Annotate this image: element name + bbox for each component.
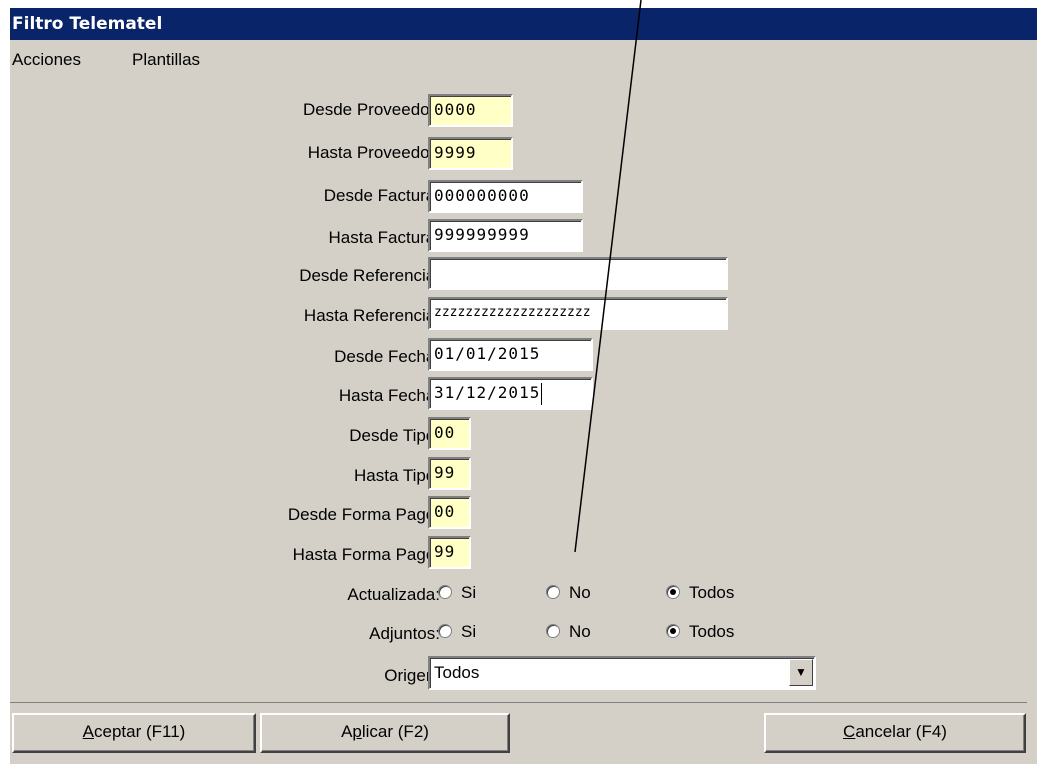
adjuntos-no-option[interactable]: No <box>546 620 591 644</box>
origen-select[interactable]: Todos ▼ <box>428 656 816 690</box>
hasta-tipo-input[interactable]: 99 <box>428 457 471 490</box>
desde-proveedor-input[interactable]: 0000 <box>428 94 513 127</box>
desde-fecha-input[interactable]: 01/01/2015 <box>428 338 593 371</box>
chevron-down-icon: ▼ <box>795 665 807 679</box>
hasta-forma-pago-input[interactable]: 99 <box>428 536 471 569</box>
radio-label: Todos <box>689 583 735 602</box>
hasta-tipo-label: Hasta Tipo: <box>354 466 440 485</box>
desde-factura-input[interactable]: 000000000 <box>428 180 583 213</box>
radio-unchecked-icon <box>546 585 560 599</box>
desde-forma-pago-input[interactable]: 00 <box>428 496 471 529</box>
filtro-telematel-window: Filtro Telematel Acciones Plantillas Des… <box>10 8 1037 764</box>
desde-factura-label: Desde Factura: <box>323 186 440 205</box>
origen-selected-value: Todos <box>434 663 480 682</box>
aceptar-label: ceptar (F11) <box>94 722 186 741</box>
hasta-referencia-label: Hasta Referencia: <box>303 306 440 325</box>
hasta-referencia-input[interactable]: zzzzzzzzzzzzzzzzzzzz <box>428 297 728 330</box>
aplicar-label: licar (F2) <box>361 722 429 741</box>
aplicar-label-start: A <box>341 722 353 741</box>
dropdown-arrow-button[interactable]: ▼ <box>789 659 813 686</box>
desde-tipo-input[interactable]: 00 <box>428 417 471 450</box>
aplicar-hotkey: p <box>352 722 362 741</box>
window-title: Filtro Telematel <box>10 8 1037 40</box>
radio-label: No <box>569 622 591 641</box>
hasta-fecha-value: 31/12/2015 <box>434 383 541 402</box>
actualizada-si-option[interactable]: Si <box>438 581 476 605</box>
desde-forma-pago-label: Desde Forma Pago: <box>287 505 440 524</box>
cancelar-hotkey: C <box>843 722 856 741</box>
desde-tipo-label: Desde Tipo: <box>349 426 440 445</box>
origen-label: Origen: <box>384 666 440 685</box>
menu-acciones[interactable]: Acciones <box>12 50 81 70</box>
menu-plantillas[interactable]: Plantillas <box>132 50 200 70</box>
actualizada-todos-option[interactable]: Todos <box>666 581 734 605</box>
desde-fecha-label: Desde Fecha: <box>334 347 440 366</box>
aceptar-button[interactable]: Aceptar (F11) <box>12 713 256 753</box>
adjuntos-radio-group: Si No Todos <box>438 618 838 648</box>
adjuntos-si-option[interactable]: Si <box>438 620 476 644</box>
radio-checked-icon <box>666 624 680 638</box>
radio-label: Si <box>461 622 477 641</box>
radio-unchecked-icon <box>438 585 452 599</box>
hasta-forma-pago-label: Hasta Forma Pago: <box>292 545 440 564</box>
desde-referencia-input[interactable] <box>428 257 728 290</box>
radio-label: Si <box>461 583 477 602</box>
aceptar-hotkey: A <box>82 722 94 741</box>
adjuntos-label: Adjuntos: <box>369 624 440 643</box>
hasta-proveedor-label: Hasta Proveedor: <box>307 143 440 162</box>
radio-unchecked-icon <box>546 624 560 638</box>
text-caret <box>541 382 543 405</box>
desde-referencia-label: Desde Referencia: <box>299 266 440 285</box>
aplicar-button[interactable]: Aplicar (F2) <box>260 713 510 753</box>
button-bar: Aceptar (F11) Aplicar (F2) Cancelar (F4) <box>10 702 1027 758</box>
hasta-fecha-label: Hasta Fecha: <box>338 386 440 405</box>
radio-unchecked-icon <box>438 624 452 638</box>
radio-checked-icon <box>666 585 680 599</box>
hasta-factura-label: Hasta Factura: <box>328 228 441 247</box>
cancelar-button[interactable]: Cancelar (F4) <box>764 713 1026 753</box>
cancelar-label: ancelar (F4) <box>855 722 947 741</box>
actualizada-no-option[interactable]: No <box>546 581 591 605</box>
desde-proveedor-label: Desde Proveedor: <box>302 100 440 119</box>
actualizada-label: Actualizada: <box>347 585 440 604</box>
adjuntos-todos-option[interactable]: Todos <box>666 620 734 644</box>
hasta-factura-input[interactable]: 999999999 <box>428 219 583 252</box>
menu-bar: Acciones Plantillas <box>10 42 1037 78</box>
hasta-fecha-input[interactable]: 31/12/2015 <box>428 377 593 410</box>
radio-label: No <box>569 583 591 602</box>
radio-label: Todos <box>689 622 735 641</box>
hasta-proveedor-input[interactable]: 9999 <box>428 137 513 170</box>
actualizada-radio-group: Si No Todos <box>438 579 838 609</box>
